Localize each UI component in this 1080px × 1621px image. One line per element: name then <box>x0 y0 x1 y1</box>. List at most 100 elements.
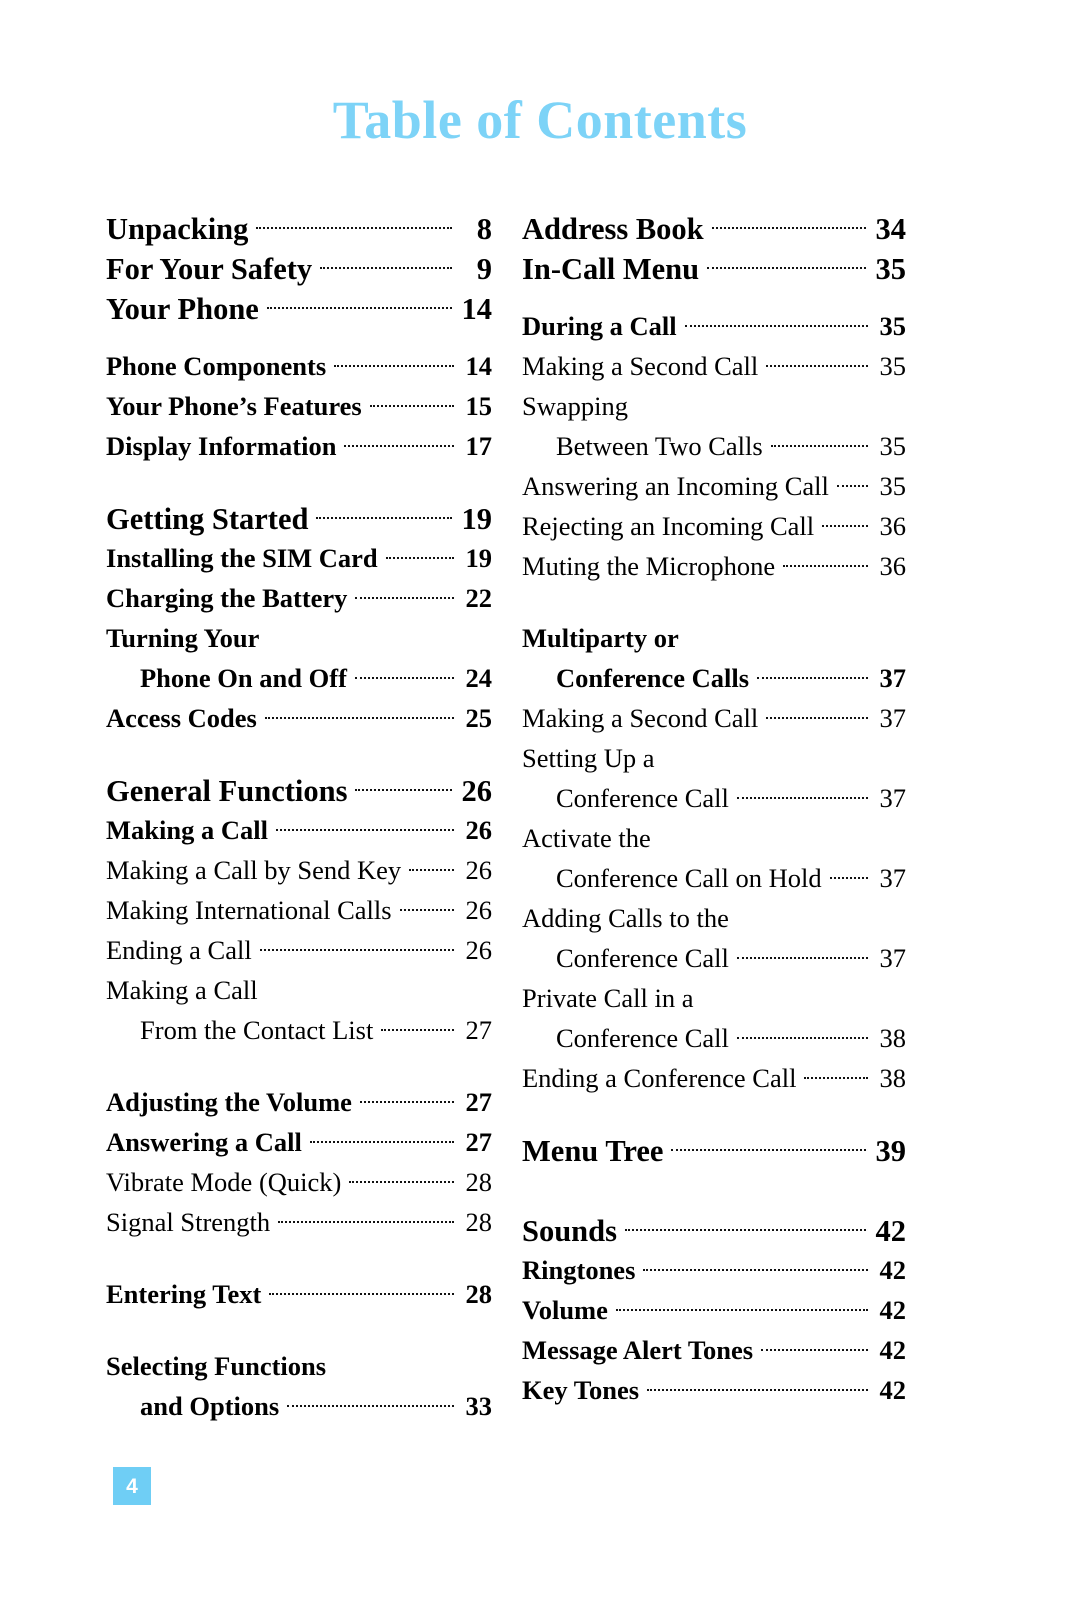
toc-entry-adjusting-the-volume[interactable]: Adjusting the Volume 27 <box>106 1082 492 1122</box>
toc-entry-getting-started[interactable]: Getting Started 19 <box>106 498 492 538</box>
toc-entry-unpacking[interactable]: Unpacking 8 <box>106 208 492 248</box>
toc-entry-during-a-call[interactable]: During a Call 35 <box>522 306 906 346</box>
toc-entry-label: General Functions <box>106 773 348 808</box>
dot-leader <box>770 429 868 456</box>
toc-entry-private-call-in-a[interactable]: Private Call in a <box>522 978 906 1018</box>
dot-leader <box>707 248 866 279</box>
toc-entry-signal-strength[interactable]: Signal Strength 28 <box>106 1202 492 1242</box>
toc-entry-page-number: 28 <box>465 1207 493 1237</box>
toc-entry-rejecting-an-incoming-call[interactable]: Rejecting an Incoming Call 36 <box>522 506 906 546</box>
toc-entry-page-number: 42 <box>879 1295 907 1325</box>
toc-entry-in-call-menu[interactable]: In-Call Menu 35 <box>522 248 906 288</box>
toc-entry-charging-the-battery[interactable]: Charging the Battery 22 <box>106 578 492 618</box>
toc-entry-page-number: 35 <box>879 311 907 341</box>
dot-leader <box>761 1333 868 1360</box>
toc-entry-volume[interactable]: Volume 42 <box>522 1290 906 1330</box>
toc-entry-making-a-call[interactable]: Making a Call 26 <box>106 810 492 850</box>
toc-entry-display-information[interactable]: Display Information 17 <box>106 426 492 466</box>
toc-entry-page-number: 26 <box>465 855 493 885</box>
toc-entry-installing-the-sim-card[interactable]: Installing the SIM Card 19 <box>106 538 492 578</box>
toc-entry-from-the-contact-list[interactable]: From the Contact List 27 <box>106 1010 492 1050</box>
toc-entry-page-number: 37 <box>879 703 907 733</box>
toc-entry-label: Setting Up a <box>522 743 655 773</box>
toc-entry-making-a-call[interactable]: Making a Call <box>106 970 492 1010</box>
toc-entry-page-number: 35 <box>879 471 907 501</box>
dot-leader <box>615 1293 868 1320</box>
toc-entry-conference-call[interactable]: Conference Call 38 <box>522 1018 906 1058</box>
toc-spacer <box>522 1170 906 1210</box>
toc-entry-label: Making a Call by Send Key <box>106 855 402 885</box>
toc-entry-for-your-safety[interactable]: For Your Safety 9 <box>106 248 492 288</box>
dot-leader <box>349 1165 454 1192</box>
toc-entry-your-phones-features[interactable]: Your Phone’s Features 15 <box>106 386 492 426</box>
toc-entry-multiparty-or[interactable]: Multiparty or <box>522 618 906 658</box>
dot-leader <box>766 701 868 728</box>
toc-entry-ending-a-call[interactable]: Ending a Call 26 <box>106 930 492 970</box>
toc-entry-turning-your[interactable]: Turning Your <box>106 618 492 658</box>
toc-entry-general-functions[interactable]: General Functions 26 <box>106 770 492 810</box>
toc-entry-label: Vibrate Mode (Quick) <box>106 1167 342 1197</box>
toc-column-right: Address Book 34 In-Call Menu 35 During a Cal… <box>522 208 906 1410</box>
toc-entry-conference-call[interactable]: Conference Call 37 <box>522 938 906 978</box>
toc-entry-conference-call[interactable]: Conference Call 37 <box>522 778 906 818</box>
dot-leader <box>836 469 868 496</box>
dot-leader <box>359 1085 454 1112</box>
toc-entry-label: Charging the Battery <box>106 583 348 613</box>
toc-entry-label: Phone Components <box>106 351 327 381</box>
toc-entry-key-tones[interactable]: Key Tones 42 <box>522 1370 906 1410</box>
dot-leader <box>278 1205 454 1232</box>
dot-leader <box>334 349 454 376</box>
toc-entry-phone-components[interactable]: Phone Components 14 <box>106 346 492 386</box>
page-number-badge: 4 <box>113 1467 151 1505</box>
toc-entry-entering-text[interactable]: Entering Text 28 <box>106 1274 492 1314</box>
toc-entry-page-number: 28 <box>465 1279 493 1309</box>
toc-entry-label: Making a Call <box>106 975 258 1005</box>
dot-leader <box>409 853 454 880</box>
dot-leader <box>757 661 868 688</box>
toc-entry-adding-calls-to-the[interactable]: Adding Calls to the <box>522 898 906 938</box>
toc-entry-making-international-calls[interactable]: Making International Calls 26 <box>106 890 492 930</box>
toc-spacer <box>106 1242 492 1274</box>
toc-entry-making-a-second-call[interactable]: Making a Second Call 35 <box>522 346 906 386</box>
toc-entry-answering-a-call[interactable]: Answering a Call 27 <box>106 1122 492 1162</box>
toc-entry-between-two-calls[interactable]: Between Two Calls 35 <box>522 426 906 466</box>
toc-entry-page-number: 42 <box>879 1255 907 1285</box>
toc-column-left: Unpacking 8 For Your Safety 9 Your Phone 14 Ph… <box>106 208 492 1426</box>
toc-entry-page-number: 37 <box>879 943 907 973</box>
toc-entry-answering-an-incoming-call[interactable]: Answering an Incoming Call 35 <box>522 466 906 506</box>
dot-leader <box>344 429 454 456</box>
toc-entry-making-a-second-call[interactable]: Making a Second Call 37 <box>522 698 906 738</box>
toc-spacer <box>106 1050 492 1082</box>
toc-entry-and-options[interactable]: and Options 33 <box>106 1386 492 1426</box>
toc-entry-page-number: 38 <box>879 1063 907 1093</box>
toc-entry-access-codes[interactable]: Access Codes 25 <box>106 698 492 738</box>
toc-entry-menu-tree[interactable]: Menu Tree 39 <box>522 1130 906 1170</box>
dot-leader <box>822 509 868 536</box>
toc-entry-making-a-call-by-send-key[interactable]: Making a Call by Send Key 26 <box>106 850 492 890</box>
toc-entry-label: Turning Your <box>106 623 260 653</box>
dot-leader <box>766 349 868 376</box>
toc-entry-conference-call-on-hold[interactable]: Conference Call on Hold 37 <box>522 858 906 898</box>
toc-entry-selecting-functions[interactable]: Selecting Functions <box>106 1346 492 1386</box>
toc-entry-setting-up-a[interactable]: Setting Up a <box>522 738 906 778</box>
toc-entry-ringtones[interactable]: Ringtones 42 <box>522 1250 906 1290</box>
toc-entry-address-book[interactable]: Address Book 34 <box>522 208 906 248</box>
toc-entry-your-phone[interactable]: Your Phone 14 <box>106 288 492 328</box>
dot-leader <box>320 248 452 279</box>
toc-entry-muting-the-microphone[interactable]: Muting the Microphone 36 <box>522 546 906 586</box>
dot-leader <box>316 498 452 529</box>
toc-entry-activate-the[interactable]: Activate the <box>522 818 906 858</box>
dot-leader <box>736 941 868 968</box>
toc-entry-sounds[interactable]: Sounds 42 <box>522 1210 906 1250</box>
toc-entry-ending-a-conference-call[interactable]: Ending a Conference Call 38 <box>522 1058 906 1098</box>
toc-entry-page-number: 36 <box>879 511 907 541</box>
toc-entry-page-number: 14 <box>461 291 493 326</box>
toc-entry-vibrate-mode-quick[interactable]: Vibrate Mode (Quick) 28 <box>106 1162 492 1202</box>
toc-entry-swapping[interactable]: Swapping <box>522 386 906 426</box>
toc-entry-conference-calls[interactable]: Conference Calls 37 <box>522 658 906 698</box>
toc-entry-message-alert-tones[interactable]: Message Alert Tones 42 <box>522 1330 906 1370</box>
toc-entry-label: Making International Calls <box>106 895 392 925</box>
dot-leader <box>783 549 868 576</box>
dot-leader <box>711 208 866 239</box>
toc-entry-phone-on-and-off[interactable]: Phone On and Off 24 <box>106 658 492 698</box>
